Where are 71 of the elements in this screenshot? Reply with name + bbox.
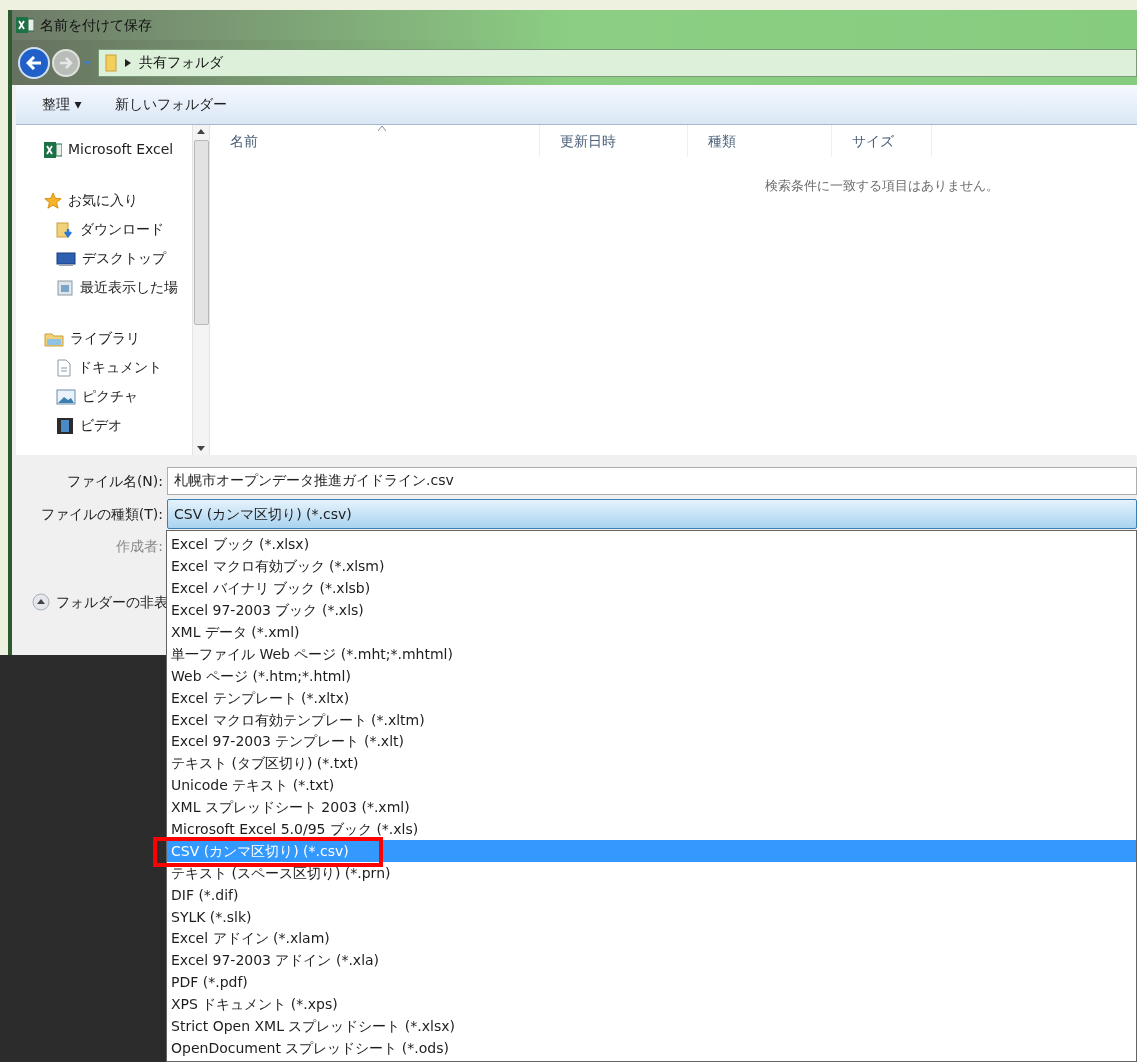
caret-icon [82,59,92,66]
dropdown-option[interactable]: DIF (*.dif) [167,884,1136,907]
filename-field[interactable]: 札幌市オープンデータ推進ガイドライン.csv [167,467,1137,495]
dropdown-option[interactable]: Web ページ (*.htm;*.html) [167,665,1136,688]
dropdown-option[interactable]: XPS ドキュメント (*.xps) [167,993,1136,1016]
image-icon [56,388,76,405]
window-title: 名前を付けて保存 [40,15,152,35]
filetype-dropdown[interactable]: CSV (カンマ区切り) (*.csv) [167,499,1137,529]
dropdown-option[interactable]: Unicode テキスト (*.txt) [167,774,1136,797]
star-icon [44,191,62,210]
dropdown-option[interactable]: Excel マクロ有効テンプレート (*.xltm) [167,709,1136,731]
dropdown-option[interactable]: Strict Open XML スプレッドシート (*.xlsx) [167,1015,1136,1038]
nav-item[interactable]: ライブラリ [16,324,192,353]
new-folder-button[interactable]: 新しいフォルダー [115,94,228,115]
back-arrow-icon [26,55,42,70]
nav-item[interactable]: Microsoft Excel [16,135,192,164]
dropdown-option[interactable]: Excel マクロ有効ブック (*.xlsm) [167,555,1136,578]
dropdown-option[interactable]: 単一ファイル Web ページ (*.mht;*.mhtml) [167,643,1136,666]
recent-places-icon [56,278,74,297]
hide-folders-button[interactable]: フォルダーの非表 [32,591,168,613]
dropdown-option[interactable]: Excel ブック (*.xlsx) [167,534,1136,556]
column-header[interactable]: 名前 [210,125,540,157]
dropdown-option[interactable]: OpenDocument スプレッドシート (*.ods) [167,1037,1136,1060]
folder-icon [44,330,64,347]
dropdown-option[interactable]: Microsoft Excel 5.0/95 ブック (*.xls) [167,818,1136,841]
dropdown-option[interactable]: Excel 97-2003 ブック (*.xls) [167,599,1136,622]
dropdown-option[interactable]: XML スプレッドシート 2003 (*.xml) [167,796,1136,819]
dropdown-option[interactable]: Excel 97-2003 アドイン (*.xla) [167,949,1136,972]
scroll-down-icon [197,446,205,451]
column-header[interactable]: サイズ [832,125,932,157]
column-header[interactable]: 種類 [688,125,832,157]
dropdown-option[interactable]: PDF (*.pdf) [167,971,1136,994]
column-header[interactable]: 更新日時 [540,125,688,157]
nav-item[interactable]: 最近表示した場 [16,273,192,302]
scrollbar[interactable] [192,125,210,455]
breadcrumb-item[interactable]: 共有フォルダ [139,52,223,73]
dropdown-option[interactable]: Excel アドイン (*.xlam) [167,928,1136,950]
back-button[interactable] [18,46,50,79]
address-bar[interactable]: 共有フォルダ [98,48,1137,77]
nav-item[interactable]: ピクチャ [16,382,192,411]
desktop-icon [56,250,76,267]
nav-item[interactable]: ドキュメント [16,353,192,382]
nav-item[interactable]: ビデオ [16,411,192,440]
document-icon [56,358,72,377]
dropdown-option[interactable]: テキスト (スペース区切り) (*.prn) [167,862,1136,885]
field-label: 作成者: [115,536,164,556]
field-label: ファイル名(N): [65,471,164,491]
dropdown-option[interactable]: XML データ (*.xml) [167,621,1136,644]
forward-arrow-icon [59,56,73,69]
spreadsheet-app-icon [16,17,34,33]
spreadsheet-app-icon [44,141,62,158]
chevron-right-icon [125,58,131,67]
organize-menu-button[interactable]: 整理 ▾ [42,94,82,115]
dropdown-option[interactable]: Excel 97-2003 テンプレート (*.xlt) [167,731,1136,753]
nav-item[interactable]: お気に入り [16,186,192,215]
dropdown-option[interactable]: Excel バイナリ ブック (*.xlsb) [167,577,1136,600]
nav-item[interactable]: デスクトップ [16,244,192,273]
forward-button[interactable] [52,48,80,77]
scroll-up-icon [197,129,205,134]
empty-message: 検索条件に一致する項目はありません。 [765,178,999,193]
nav-item[interactable]: ダウンロード [16,215,192,244]
dropdown-option[interactable]: SYLK (*.slk) [167,906,1136,929]
folder-download-icon [56,220,74,239]
chevron-up-icon [32,593,50,611]
dropdown-option[interactable]: テキスト (タブ区切り) (*.txt) [167,752,1136,775]
sort-ascending-icon [378,126,386,131]
field-label: ファイルの種類(T): [39,504,164,524]
scrollbar-thumb[interactable] [193,140,209,325]
dropdown-option[interactable]: Excel テンプレート (*.xltx) [167,687,1136,710]
folder-icon [105,53,117,72]
film-icon [56,416,74,435]
